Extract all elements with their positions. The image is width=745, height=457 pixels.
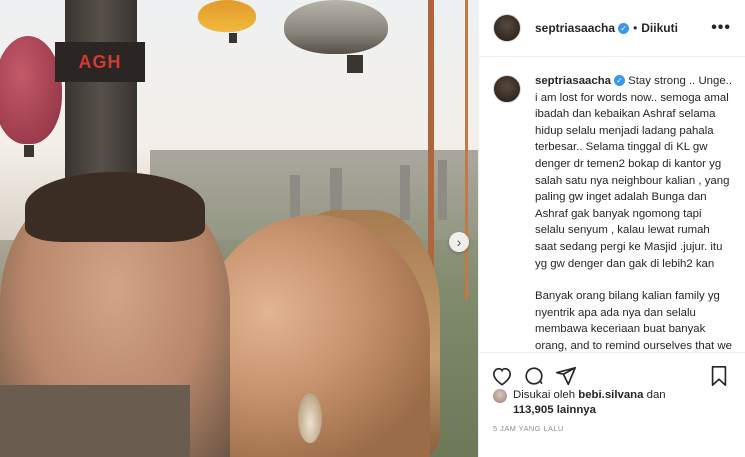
- save-button[interactable]: [706, 363, 732, 389]
- caption-username[interactable]: septriasaacha: [535, 75, 611, 87]
- man-hair: [25, 172, 205, 242]
- likes-summary: Disukai oleh bebi.silvana dan 113,905 la…: [493, 388, 738, 418]
- balloon-basket: [229, 33, 237, 43]
- verified-badge-icon: ✓: [614, 75, 625, 87]
- heart-icon: [492, 367, 512, 386]
- action-bar: [479, 352, 745, 392]
- caption-paragraph-2: Banyak orang bilang kalian family yg nye…: [535, 290, 732, 352]
- share-icon: [556, 366, 576, 385]
- basket-frame: [428, 0, 468, 300]
- balloon: [284, 0, 388, 54]
- caption-text: septriasaacha ✓ Stay strong .. Unge.. i a…: [535, 73, 732, 352]
- caption-paragraph: septriasaacha ✓ Stay strong .. Unge.. i a…: [535, 73, 732, 272]
- follow-status-button[interactable]: Diikuti: [641, 21, 678, 35]
- likes-suffix[interactable]: lainnya: [557, 404, 596, 416]
- balloon: [0, 36, 62, 144]
- balloon-burner-pole: [65, 0, 137, 190]
- header-username[interactable]: septriasaacha: [535, 21, 615, 35]
- balloon-basket: [24, 145, 34, 157]
- more-options-icon[interactable]: •••: [711, 19, 731, 37]
- separator-dot: •: [633, 21, 638, 35]
- balloon-basket: [347, 55, 363, 73]
- bookmark-icon: [711, 365, 727, 386]
- share-button[interactable]: [553, 363, 579, 389]
- likes-joiner: dan: [646, 389, 666, 401]
- photo-building: [400, 165, 410, 220]
- post-header: septriasaacha ✓ • Diikuti •••: [479, 0, 745, 57]
- next-arrow-icon[interactable]: ›: [449, 232, 469, 252]
- verified-badge-icon: ✓: [618, 22, 630, 34]
- comment-icon: [525, 366, 543, 385]
- post-photo[interactable]: AGH ›: [0, 0, 478, 457]
- photo-building: [290, 175, 300, 220]
- earring: [298, 393, 322, 443]
- caption-area: septriasaacha ✓ Stay strong .. Unge.. i a…: [479, 57, 745, 352]
- liker-avatar[interactable]: [493, 389, 507, 403]
- basket-sign: AGH: [55, 42, 145, 82]
- man-shirt: [0, 385, 190, 457]
- post-sidebar: septriasaacha ✓ • Diikuti ••• septriasaa…: [478, 0, 745, 457]
- comment-button[interactable]: [521, 363, 547, 389]
- likes-count[interactable]: 113,905: [513, 404, 554, 416]
- caption-avatar[interactable]: [493, 75, 521, 103]
- caption-paragraph-1: Stay strong .. Unge.. i am lost for word…: [535, 75, 733, 270]
- liker-username[interactable]: bebi.silvana: [578, 389, 643, 401]
- likes-text: Disukai oleh bebi.silvana dan 113,905 la…: [513, 388, 666, 418]
- balloon: [198, 0, 256, 32]
- like-button[interactable]: [489, 363, 515, 389]
- avatar[interactable]: [493, 14, 521, 42]
- instagram-post: AGH › septriasaacha ✓ • Diikuti ••• sept…: [0, 0, 745, 457]
- post-timestamp[interactable]: 5 JAM YANG LALU: [493, 424, 564, 433]
- likes-prefix: Disukai oleh: [513, 389, 576, 401]
